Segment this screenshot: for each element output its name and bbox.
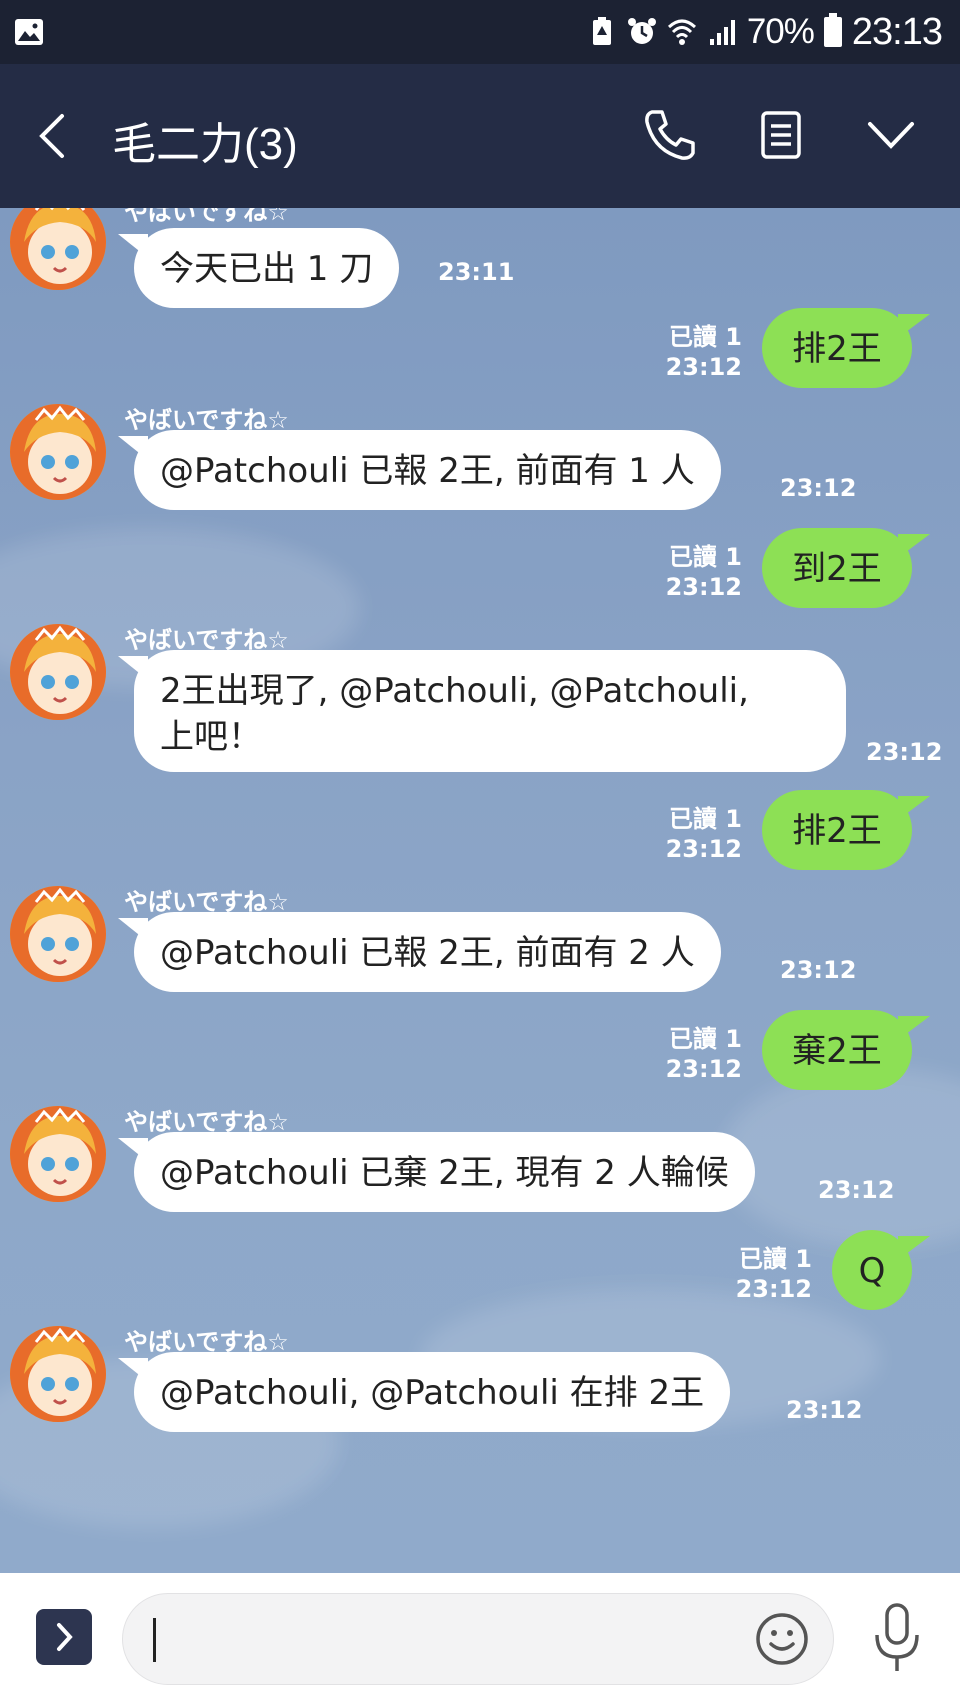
message-text-line: 2王出現了, @Patchouli, @Patchouli, <box>160 671 749 711</box>
chat-title: 毛二力(3) <box>112 120 298 169</box>
back-arrow-icon[interactable] <box>34 112 74 160</box>
battery-percentage: 70% <box>746 12 815 51</box>
bubble-tail <box>898 1016 930 1040</box>
message-time: 23:11 <box>438 258 515 286</box>
message-time: 23:12 <box>818 1176 895 1204</box>
message-input[interactable] <box>122 1593 834 1685</box>
phone-call-icon[interactable] <box>640 106 698 164</box>
message-read-meta: 已讀 1 23:12 <box>666 804 742 864</box>
read-receipt: 已讀 1 <box>668 323 742 351</box>
gallery-notification-icon <box>15 19 43 45</box>
message-text: Q <box>858 1251 886 1291</box>
chevron-down-icon[interactable] <box>862 106 920 164</box>
background-cloud <box>720 1068 960 1248</box>
expand-menu-button[interactable] <box>36 1609 92 1665</box>
bubble-tail <box>118 918 148 942</box>
message-read-meta: 已讀 1 23:12 <box>736 1244 812 1304</box>
bubble-tail <box>118 1138 148 1162</box>
avatar[interactable] <box>10 1106 106 1202</box>
received-message-bubble[interactable]: 2王出現了, @Patchouli, @Patchouli, 上吧！ <box>118 650 846 772</box>
emoji-icon[interactable] <box>753 1610 811 1668</box>
battery-icon <box>823 13 842 47</box>
message-time: 23:12 <box>665 573 742 601</box>
message-text: 棄2王 <box>792 1031 882 1071</box>
bubble-tail <box>898 534 930 558</box>
message-time: 23:12 <box>665 835 742 863</box>
message-time: 23:12 <box>780 956 857 984</box>
read-receipt: 已讀 1 <box>668 805 742 833</box>
message-text: @Patchouli 已棄 2王, 現有 2 人輪候 <box>160 1153 729 1193</box>
signal-icon <box>709 20 735 45</box>
avatar[interactable] <box>10 624 106 720</box>
message-read-meta: 已讀 1 23:12 <box>666 322 742 382</box>
message-time: 23:12 <box>866 738 943 766</box>
message-time: 23:12 <box>780 474 857 502</box>
bubble-tail <box>118 656 148 680</box>
battery-saver-icon <box>592 17 611 45</box>
message-read-meta: 已讀 1 23:12 <box>666 1024 742 1084</box>
sent-message-bubble[interactable]: Q <box>832 1230 930 1310</box>
message-read-meta: 已讀 1 23:12 <box>666 542 742 602</box>
message-text: 今天已出 1 刀 <box>160 249 374 289</box>
sent-message-bubble[interactable]: 棄2王 <box>762 1010 930 1090</box>
received-message-bubble[interactable]: @Patchouli 已報 2王, 前面有 1 人 <box>118 430 721 510</box>
message-sender: やばいですね☆ <box>124 208 289 226</box>
status-time: 23:13 <box>851 10 943 53</box>
received-message-bubble[interactable]: @Patchouli 已報 2王, 前面有 2 人 <box>118 912 721 992</box>
status-bar: 70% 23:13 <box>0 0 960 64</box>
bubble-tail <box>118 1358 148 1382</box>
received-message-bubble[interactable]: @Patchouli 已棄 2王, 現有 2 人輪候 <box>118 1132 755 1212</box>
message-text: 排2王 <box>792 329 882 369</box>
chat-message-list[interactable]: やばいですね☆ 今天已出 1 刀 23:11 已讀 1 23:12 排2王 やば… <box>0 208 960 1573</box>
bubble-tail <box>118 234 148 258</box>
message-text: @Patchouli, @Patchouli 在排 2王 <box>160 1373 705 1413</box>
message-text: 排2王 <box>792 811 882 851</box>
avatar[interactable] <box>10 404 106 500</box>
text-cursor <box>153 1618 156 1662</box>
sent-message-bubble[interactable]: 到2王 <box>762 528 930 608</box>
read-receipt: 已讀 1 <box>668 1025 742 1053</box>
chevron-right-icon <box>57 1623 73 1651</box>
bubble-tail <box>118 436 148 460</box>
received-message-bubble[interactable]: @Patchouli, @Patchouli 在排 2王 <box>118 1352 731 1432</box>
notes-icon[interactable] <box>752 106 810 164</box>
microphone-icon[interactable] <box>872 1601 922 1675</box>
message-time: 23:12 <box>735 1275 812 1303</box>
message-text: @Patchouli 已報 2王, 前面有 1 人 <box>160 451 695 491</box>
message-text: 到2王 <box>792 549 882 589</box>
chat-header: 毛二力(3) <box>0 64 960 208</box>
message-composer <box>0 1573 960 1706</box>
avatar[interactable] <box>10 1326 106 1422</box>
read-receipt: 已讀 1 <box>668 543 742 571</box>
wifi-icon <box>667 19 696 45</box>
avatar[interactable] <box>10 886 106 982</box>
message-text: @Patchouli 已報 2王, 前面有 2 人 <box>160 933 695 973</box>
avatar[interactable] <box>10 208 106 290</box>
bubble-tail <box>898 314 930 338</box>
bubble-tail <box>898 1236 930 1260</box>
read-receipt: 已讀 1 <box>738 1245 812 1273</box>
sent-message-bubble[interactable]: 排2王 <box>762 790 930 870</box>
received-message-bubble[interactable]: 今天已出 1 刀 <box>118 228 400 308</box>
alarm-icon <box>627 18 656 44</box>
message-time: 23:12 <box>665 1055 742 1083</box>
sent-message-bubble[interactable]: 排2王 <box>762 308 930 388</box>
message-time: 23:12 <box>665 353 742 381</box>
bubble-tail <box>898 796 930 820</box>
message-time: 23:12 <box>786 1396 863 1424</box>
message-text-line: 上吧！ <box>160 717 262 757</box>
